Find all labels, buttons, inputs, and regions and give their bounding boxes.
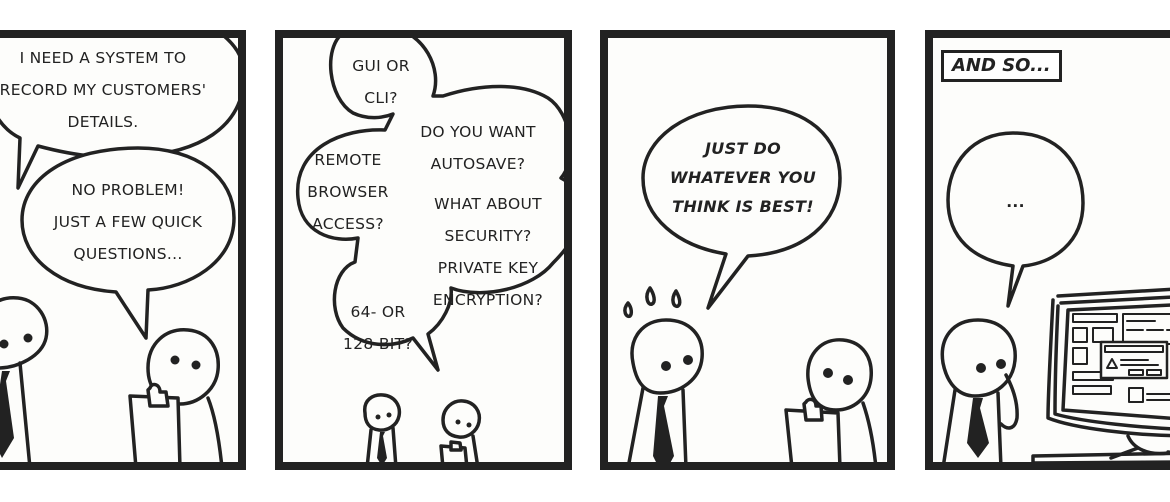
- panel-3-art: [623, 104, 878, 462]
- client-tie: [967, 398, 989, 458]
- narration-caption: AND SO...: [941, 50, 1062, 82]
- bubble-bits-text: 64- OR 128-BIT?: [343, 303, 413, 353]
- sweat-drops-icon: [623, 286, 682, 319]
- client-tie: [0, 371, 14, 458]
- bubble-gui-cli-text: GUI OR CLI?: [352, 57, 410, 107]
- bubble-ellipsis-text: ...: [1006, 193, 1025, 211]
- bubble-remote-text: REMOTE BROWSER ACCESS?: [307, 151, 389, 233]
- screen-ui-icon: [1072, 313, 1170, 403]
- comic-panel-3: JUST DO WHATEVER YOU THINK IS BEST!: [600, 30, 895, 470]
- client-tie: [653, 396, 674, 462]
- bubble-developer-text: NO PROBLEM! JUST A FEW QUICK QUESTIONS..…: [53, 181, 203, 263]
- developer-figure: [784, 338, 878, 462]
- comic-panel-2: GUI OR CLI? REMOTE BROWSER ACCESS? DO YO…: [275, 30, 572, 470]
- bubble-client-text: I NEED A SYSTEM TO RECORD MY CUSTOMERS' …: [0, 49, 207, 131]
- comic-panel-1: I NEED A SYSTEM TO RECORD MY CUSTOMERS' …: [0, 30, 246, 470]
- client-tie-small: [377, 432, 387, 462]
- bubble-security-text: WHAT ABOUT SECURITY? PRIVATE KEY ENCRYPT…: [432, 195, 544, 309]
- comic-panel-4: AND SO... ...: [925, 30, 1170, 470]
- bubble-autosave-text: DO YOU WANT AUTOSAVE?: [420, 123, 536, 173]
- developer-figure: [128, 328, 224, 462]
- developer-figure-small: [439, 399, 482, 462]
- panel-4-art: [940, 131, 1170, 462]
- speech-bubble-client: [946, 131, 1085, 308]
- bubble-client-text: JUST DO WHATEVER YOU THINK IS BEST!: [669, 139, 817, 216]
